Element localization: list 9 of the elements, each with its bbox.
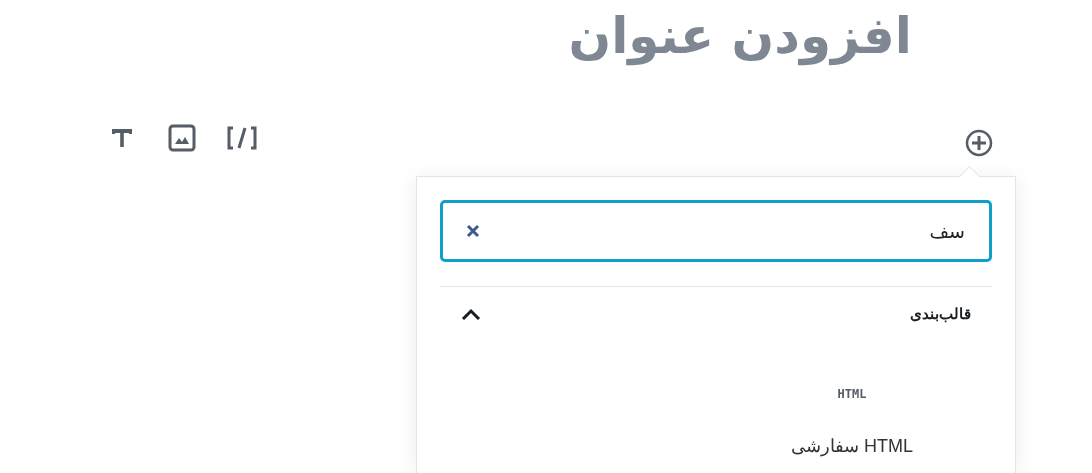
html-block-icon: HTML: [837, 387, 867, 401]
chevron-up-icon: [461, 308, 481, 320]
block-label: HTML سفارشی: [791, 435, 913, 457]
category-toggle[interactable]: قالب‌بندی: [440, 287, 992, 341]
image-icon[interactable]: [166, 122, 198, 154]
search-field[interactable]: سف: [440, 200, 992, 262]
post-title-placeholder[interactable]: افزودن عنوان: [568, 4, 912, 69]
search-input[interactable]: سف: [483, 219, 967, 243]
add-block-icon[interactable]: [964, 128, 994, 158]
